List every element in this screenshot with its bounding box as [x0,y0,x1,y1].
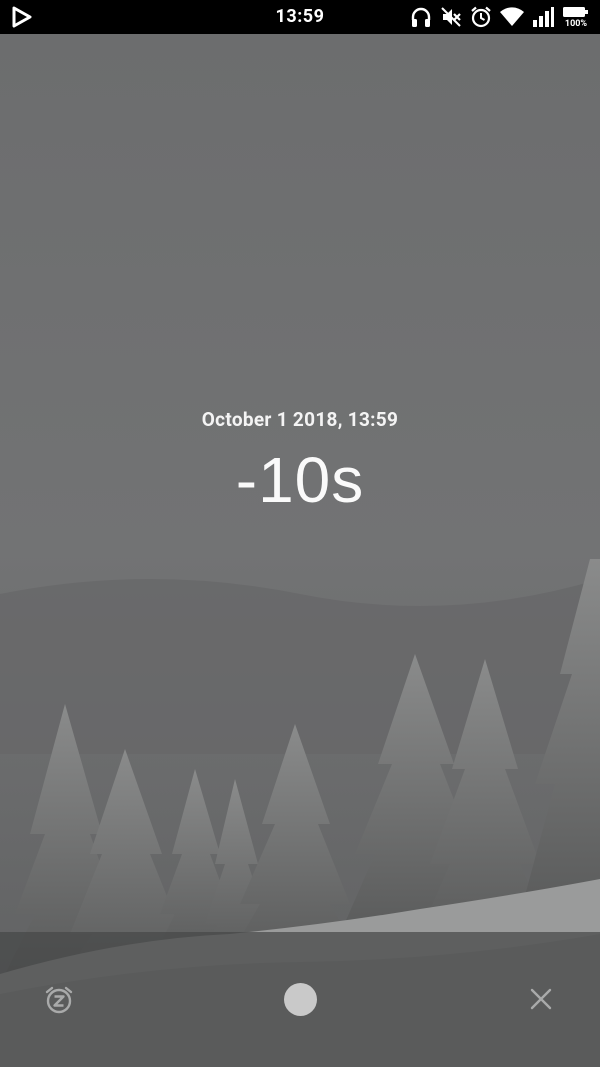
alarm-info: October 1 2018, 13:59 -10s [0,408,600,517]
battery-percent: 100% [564,19,588,29]
close-icon[interactable] [528,986,554,1012]
wifi-icon [500,7,524,26]
signal-icon [533,7,554,27]
status-icons: 100% [410,5,590,29]
mute-icon [441,7,461,27]
alarm-countdown: -10s [235,444,365,516]
battery-indicator: 100% [562,5,590,29]
dismiss-button[interactable] [284,983,317,1016]
alarm-date-time: October 1 2018, 13:59 [201,408,399,431]
alarm-controls-bar [0,932,600,1067]
headphones-icon [411,7,431,27]
status-bar: 13:59 100% [0,0,600,34]
alarm-icon [471,6,491,28]
snooze-icon[interactable] [44,985,74,1015]
battery-icon [563,7,588,17]
wallpaper-snowy-forest [0,34,600,1067]
